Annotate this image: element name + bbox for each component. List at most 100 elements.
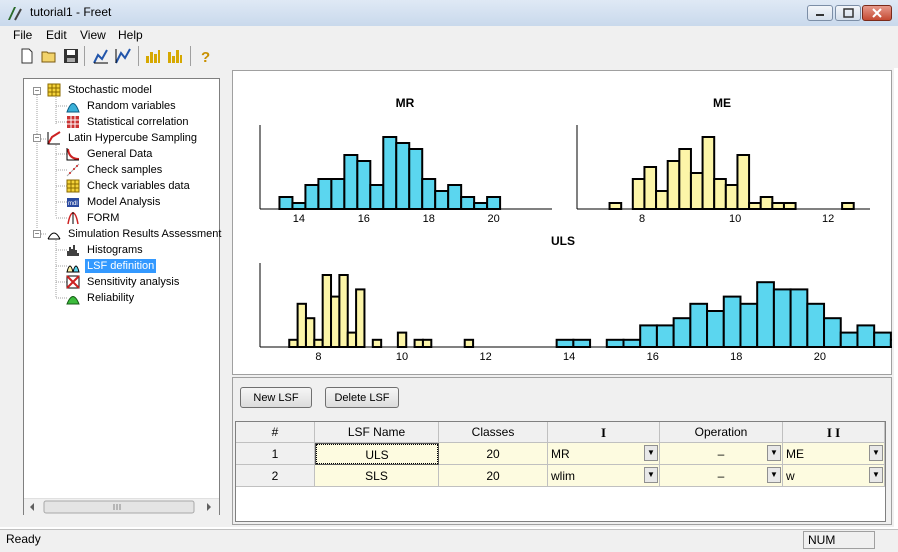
column-header-i: I [548, 422, 660, 443]
row-number: 1 [236, 443, 315, 465]
uls-right-bar [689, 302, 709, 349]
chevron-down-icon[interactable]: ▼ [767, 467, 781, 483]
collapse-toggle-results[interactable]: − [33, 230, 41, 238]
uls-tick-label: 20 [814, 351, 826, 363]
me-bar [724, 184, 739, 210]
uls-right-bar [622, 338, 642, 348]
bars-a-icon[interactable] [144, 47, 162, 65]
variable-ii-value: w [786, 469, 795, 483]
tree-item-label: Simulation Results Assessment [68, 228, 222, 240]
uls-right-bar [555, 338, 575, 348]
menu-view[interactable]: View [80, 26, 106, 44]
uls-right-bar [839, 331, 859, 349]
mr-bar [408, 148, 424, 210]
tree-item-label: LSF definition [85, 259, 157, 273]
tree-item-label: Sensitivity analysis [87, 276, 180, 288]
tree-horizontal-scrollbar[interactable] [24, 498, 219, 515]
uls-left-tail-bar [463, 338, 475, 348]
num-lock-indicator: NUM [803, 531, 875, 549]
mr-bar [447, 184, 463, 210]
variable-ii-select[interactable]: ME ▼ [783, 443, 885, 465]
chevron-down-icon[interactable]: ▼ [644, 467, 658, 483]
save-icon[interactable] [62, 47, 80, 65]
lsf-icon [66, 265, 80, 273]
me-bar [631, 178, 646, 210]
me-bar [736, 154, 751, 210]
variable-i-value: wlim [551, 469, 575, 483]
status-bar [0, 529, 898, 552]
collapse-toggle-lhs[interactable]: − [33, 134, 41, 142]
classes-cell[interactable]: 20 [439, 465, 548, 487]
uls-left-tail-bar [413, 338, 424, 348]
tree-item-label: General Data [87, 148, 153, 160]
me-bar [678, 148, 692, 210]
uls-right-bar [789, 288, 809, 348]
operation-value: – [717, 447, 725, 461]
classes-cell[interactable]: 20 [439, 443, 548, 465]
help-icon[interactable]: ? [196, 47, 214, 65]
chart-b-icon[interactable] [114, 47, 132, 65]
mr-bar [473, 202, 489, 210]
mr-bar [291, 202, 307, 210]
column-header-number: # [236, 422, 315, 443]
uls-left-bar [338, 274, 349, 348]
me-bar [759, 196, 774, 210]
menu-edit[interactable]: Edit [46, 26, 67, 44]
me-bar [748, 202, 762, 210]
lsf-name-cell[interactable]: SLS [315, 465, 439, 487]
matrix-icon [67, 116, 79, 128]
app-icon [8, 7, 22, 21]
mr-tick-label: 14 [293, 213, 305, 225]
window-title: tutorial1 - Freet [30, 5, 112, 19]
new-file-icon[interactable] [18, 47, 36, 65]
status-text: Ready [6, 532, 41, 546]
operation-select[interactable]: – ▼ [660, 443, 783, 465]
me-tick-label: 8 [639, 213, 645, 225]
uls-tick-label: 10 [396, 351, 408, 363]
variable-i-select[interactable]: MR ▼ [548, 443, 660, 465]
menu-file[interactable]: File [13, 26, 32, 44]
chevron-down-icon[interactable]: ▼ [869, 445, 883, 461]
bars-b-icon[interactable] [166, 47, 184, 65]
uls-left-bar [321, 274, 333, 348]
me-bar [841, 202, 855, 210]
toolbar-separator [84, 46, 85, 66]
me-bar [608, 202, 623, 210]
tree-item-label: Statistical correlation [87, 116, 189, 128]
mr-bar [278, 196, 294, 210]
minimize-button[interactable] [807, 5, 833, 21]
mr-bar [343, 154, 359, 210]
uls-right-bar [889, 338, 892, 348]
column-header-ii: I I [783, 422, 885, 443]
mr-tick-label: 18 [423, 213, 435, 225]
uls-right-bar [806, 302, 826, 349]
mr-bar [304, 184, 320, 210]
operation-select[interactable]: – ▼ [660, 465, 783, 487]
mr-bar [421, 178, 437, 210]
tree-item-label: FORM [87, 212, 120, 224]
uls-tick-label: 18 [730, 351, 742, 363]
chart-a-icon[interactable] [92, 47, 110, 65]
me-bar [643, 166, 658, 210]
chevron-down-icon[interactable]: ▼ [869, 467, 883, 483]
open-folder-icon[interactable] [40, 47, 58, 65]
curve-icon [66, 148, 80, 161]
lsf-name-cell[interactable]: ULS [315, 443, 439, 465]
menu-help[interactable]: Help [118, 26, 143, 44]
variable-i-value: MR [551, 447, 570, 461]
chevron-down-icon[interactable]: ▼ [767, 445, 781, 461]
uls-left-bar [346, 331, 358, 349]
maximize-button[interactable] [835, 5, 861, 21]
uls-right-bar [672, 317, 692, 348]
uls-tick-label: 12 [479, 351, 491, 363]
mr-bar [369, 184, 385, 210]
collapse-toggle-stochastic[interactable]: − [33, 87, 41, 95]
uls-right-bar [823, 317, 842, 348]
delete-lsf-button[interactable]: Delete LSF [325, 387, 399, 408]
close-button[interactable] [862, 5, 892, 21]
variable-i-select[interactable]: wlim ▼ [548, 465, 660, 487]
chevron-down-icon[interactable]: ▼ [644, 445, 658, 461]
variable-ii-select[interactable]: w ▼ [783, 465, 885, 487]
new-lsf-button[interactable]: New LSF [240, 387, 312, 408]
mr-bar [486, 196, 502, 210]
